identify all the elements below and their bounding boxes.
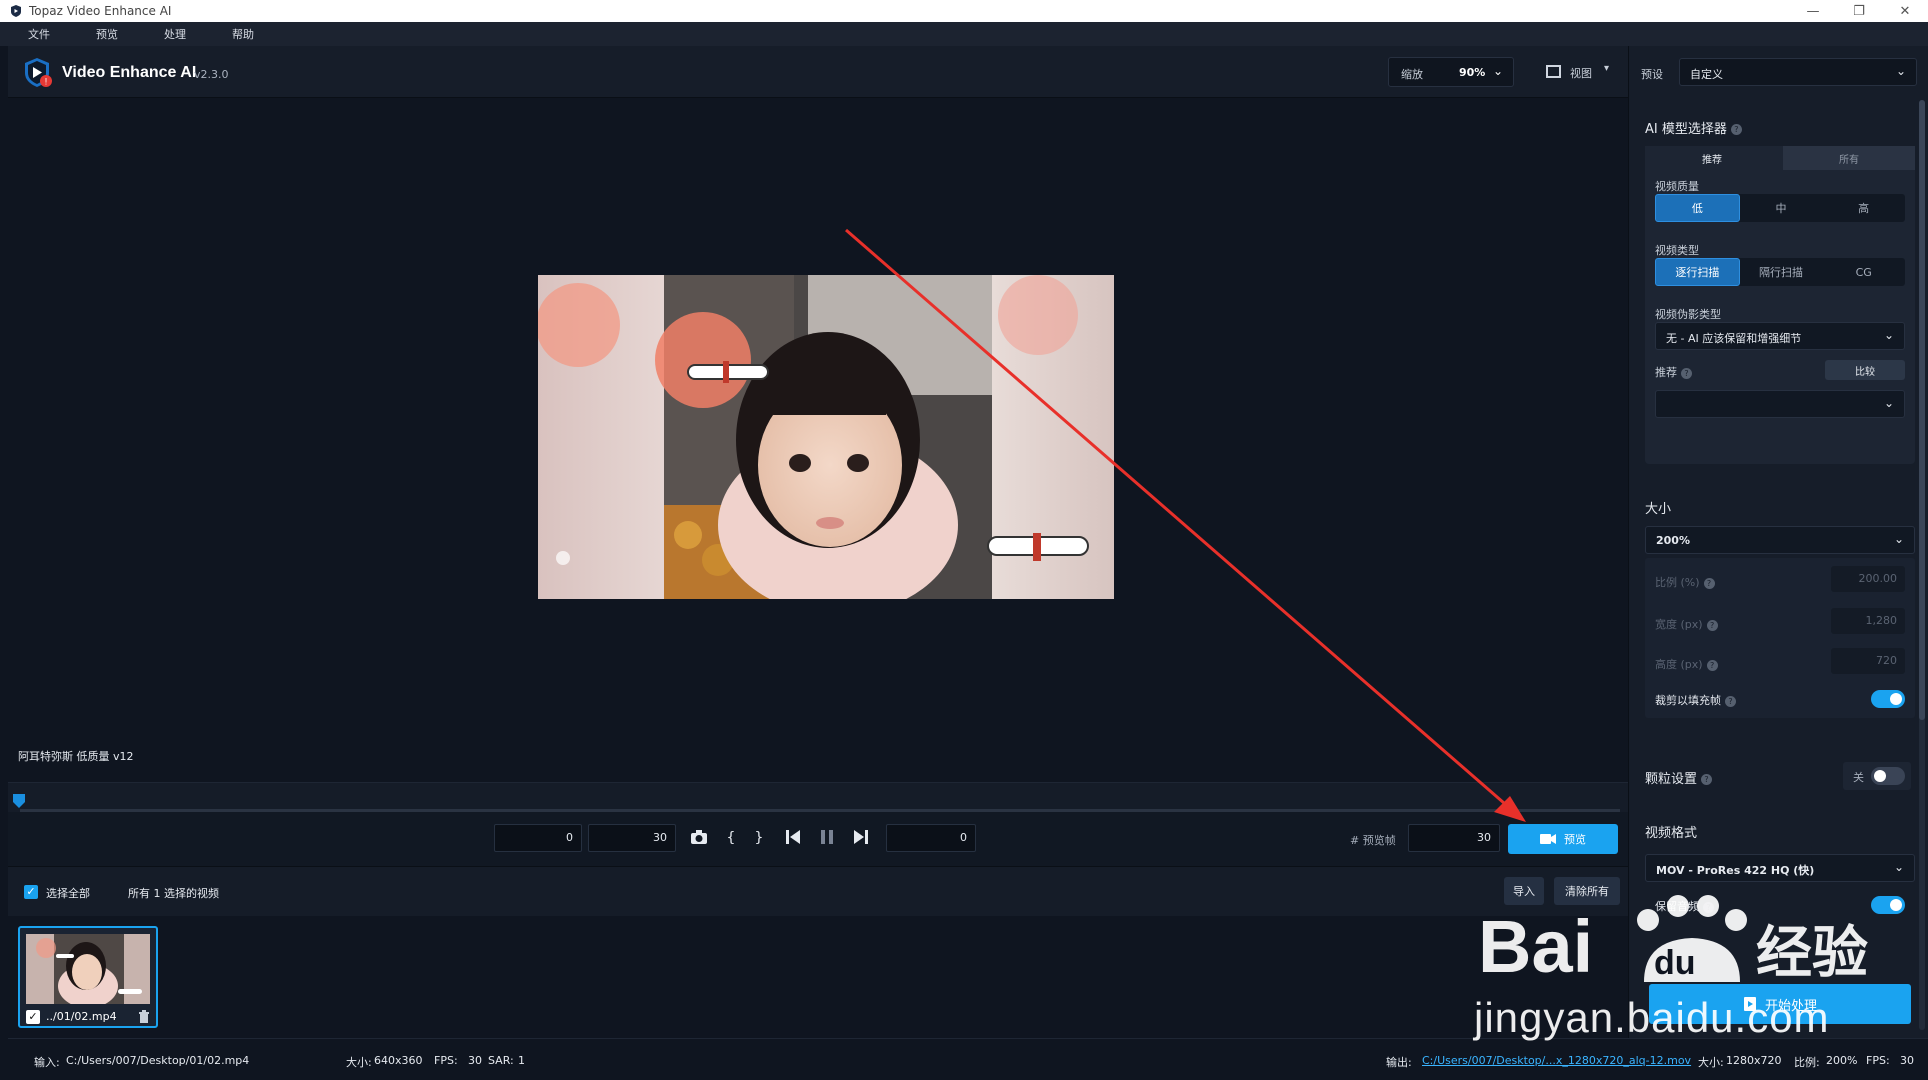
annotation-arrow [845,228,1526,822]
